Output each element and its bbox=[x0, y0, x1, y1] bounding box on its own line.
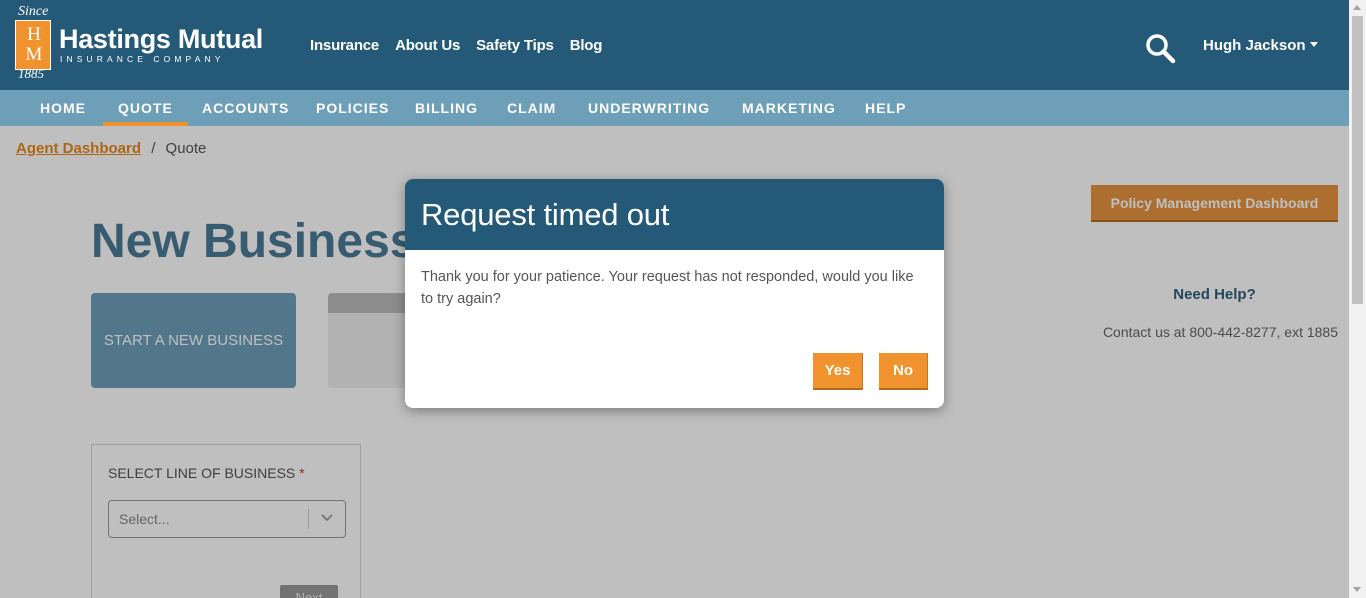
logo-icon[interactable]: H M bbox=[15, 20, 51, 70]
top-nav-insurance[interactable]: Insurance bbox=[310, 36, 379, 56]
logo-since-text: Since bbox=[18, 4, 49, 19]
logo-year-text: 1885 bbox=[18, 66, 44, 81]
nav-policies[interactable]: POLICIES bbox=[316, 90, 389, 126]
dialog-message: Thank you for your patience. Your reques… bbox=[421, 269, 914, 307]
user-menu[interactable]: Hugh Jackson bbox=[1203, 36, 1318, 56]
nav-quote[interactable]: QUOTE bbox=[103, 90, 188, 126]
no-button[interactable]: No bbox=[879, 353, 928, 390]
scroll-down-icon[interactable] bbox=[1353, 587, 1361, 592]
timeout-dialog: Request timed out Thank you for your pat… bbox=[405, 179, 944, 408]
nav-accounts[interactable]: ACCOUNTS bbox=[202, 90, 289, 126]
top-nav: Insurance About Us Safety Tips Blog bbox=[310, 36, 602, 56]
scrollbar[interactable] bbox=[1349, 0, 1366, 598]
top-nav-about-us[interactable]: About Us bbox=[395, 36, 460, 56]
top-nav-safety-tips[interactable]: Safety Tips bbox=[476, 36, 554, 56]
logo-letter-m: M bbox=[25, 44, 43, 65]
main-nav: HOME QUOTE ACCOUNTS POLICIES BILLING CLA… bbox=[0, 90, 1349, 126]
nav-marketing[interactable]: MARKETING bbox=[742, 90, 836, 126]
top-header: H M Since 1885 Hastings Mutual INSURANCE… bbox=[0, 0, 1349, 90]
dialog-title: Request timed out bbox=[421, 197, 670, 232]
top-nav-blog[interactable]: Blog bbox=[570, 36, 603, 56]
scroll-up-icon[interactable] bbox=[1353, 5, 1361, 10]
dialog-header: Request timed out bbox=[405, 179, 944, 250]
user-name: Hugh Jackson bbox=[1203, 37, 1306, 54]
yes-button[interactable]: Yes bbox=[813, 353, 863, 390]
brand-subtitle: INSURANCE COMPANY bbox=[60, 54, 225, 64]
caret-down-icon bbox=[1309, 41, 1318, 47]
nav-help[interactable]: HELP bbox=[865, 90, 906, 126]
nav-claim[interactable]: CLAIM bbox=[507, 90, 556, 126]
nav-underwriting[interactable]: UNDERWRITING bbox=[588, 90, 710, 126]
brand-name[interactable]: Hastings Mutual bbox=[59, 24, 263, 54]
nav-home[interactable]: HOME bbox=[40, 90, 86, 126]
scroll-thumb[interactable] bbox=[1352, 16, 1363, 304]
logo-letter-h: H bbox=[27, 24, 41, 45]
nav-billing[interactable]: BILLING bbox=[415, 90, 478, 126]
search-icon[interactable] bbox=[1144, 32, 1176, 64]
